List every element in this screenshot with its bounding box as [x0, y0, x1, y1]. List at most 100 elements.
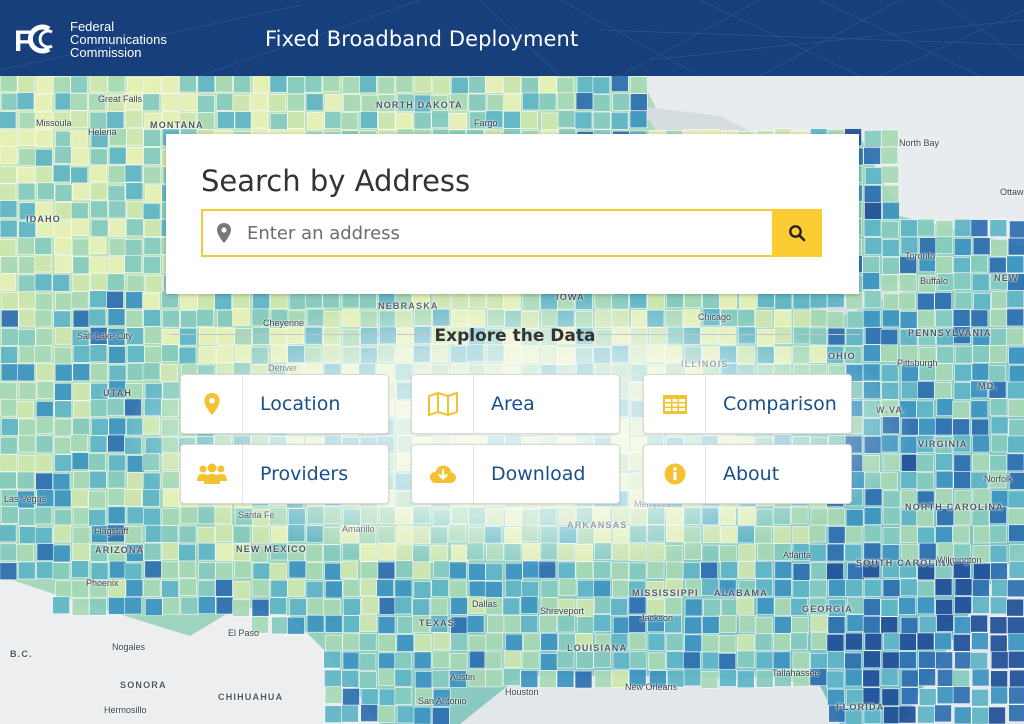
county-cell [988, 256, 1007, 275]
address-search-box[interactable] [201, 209, 822, 257]
county-cell [53, 436, 72, 455]
county-cell [521, 345, 539, 364]
county-cell [574, 670, 593, 689]
county-cell [901, 453, 919, 472]
tile-about[interactable]: About [643, 444, 852, 504]
county-cell [450, 76, 469, 95]
tile-providers[interactable]: Providers [180, 444, 389, 504]
county-cell [126, 128, 144, 146]
county-cell [792, 310, 811, 328]
county-cell [126, 455, 145, 473]
county-cell [665, 633, 684, 652]
county-cell [774, 579, 792, 597]
county-cell [143, 219, 162, 237]
county-cell [792, 580, 811, 598]
fcc-logo[interactable]: F Federal Communications Commission [14, 18, 167, 60]
county-cell [161, 542, 180, 560]
county-cell [792, 345, 810, 364]
tile-location[interactable]: Location [180, 374, 389, 434]
map-marker-icon [203, 393, 220, 415]
county-cell [647, 344, 666, 363]
county-cell [145, 274, 163, 293]
county-cell [0, 506, 19, 524]
county-cell [179, 578, 197, 596]
county-cell [143, 147, 161, 165]
county-cell [684, 598, 703, 617]
county-cell [36, 381, 55, 399]
county-cell [124, 398, 142, 417]
county-cell [17, 363, 35, 382]
county-cell [432, 707, 450, 724]
county-cell [143, 507, 161, 526]
county-cell [18, 148, 36, 166]
county-cell [575, 561, 594, 579]
county-cell [845, 579, 863, 597]
county-cell [179, 292, 198, 310]
search-button[interactable] [772, 209, 822, 257]
county-cell [539, 614, 557, 633]
county-cell [0, 256, 19, 274]
county-cell [520, 111, 538, 129]
county-cell [144, 346, 162, 364]
county-cell [323, 310, 342, 329]
county-cell [522, 92, 540, 111]
county-cell [340, 112, 359, 130]
county-cell [124, 164, 143, 183]
county-cell [665, 310, 684, 328]
tile-download[interactable]: Download [411, 444, 620, 504]
county-cell [863, 436, 882, 454]
county-cell [863, 524, 882, 543]
search-title: Search by Address [201, 164, 471, 198]
county-cell [124, 239, 143, 257]
county-cell [72, 417, 90, 436]
county-cell [180, 93, 199, 112]
county-cell [106, 398, 125, 416]
county-cell [1006, 453, 1024, 472]
county-cell [864, 632, 883, 651]
county-cell [412, 506, 431, 524]
county-cell [954, 291, 973, 310]
county-cell [1007, 579, 1024, 598]
tile-comparison[interactable]: Comparison [643, 374, 852, 434]
county-cell [0, 76, 18, 93]
county-cell [541, 309, 559, 328]
county-cell [414, 308, 432, 327]
county-cell [233, 76, 251, 93]
county-cell [36, 561, 54, 579]
county-cell [361, 596, 379, 614]
county-cell [1006, 290, 1024, 308]
county-cell [34, 454, 53, 473]
county-cell [197, 542, 216, 561]
county-cell [808, 524, 827, 543]
county-cell [612, 326, 631, 345]
county-cell [124, 255, 142, 273]
county-cell [575, 347, 593, 365]
table-icon [662, 394, 687, 414]
county-cell [34, 237, 53, 255]
county-cell [900, 687, 919, 705]
city-label: North Bay [899, 138, 940, 148]
county-cell [540, 292, 558, 311]
county-cell [53, 310, 71, 329]
county-cell [342, 632, 361, 651]
city-label: Dallas [472, 599, 498, 609]
county-cell [162, 329, 180, 347]
county-cell [539, 76, 557, 94]
county-cell [377, 561, 396, 580]
county-cell [161, 418, 179, 437]
county-cell [683, 668, 702, 687]
tile-area[interactable]: Area [411, 374, 620, 434]
county-cell [289, 598, 307, 616]
county-cell [990, 434, 1009, 453]
county-cell [179, 76, 197, 93]
city-label: New Orleans [625, 682, 678, 692]
county-cell [934, 381, 952, 400]
county-cell [557, 614, 576, 633]
county-cell [935, 470, 954, 489]
address-input[interactable] [247, 211, 767, 255]
county-cell [72, 182, 90, 201]
county-cell [413, 581, 432, 599]
county-cell [377, 76, 396, 95]
county-cell [810, 508, 829, 527]
county-cell [484, 526, 502, 544]
